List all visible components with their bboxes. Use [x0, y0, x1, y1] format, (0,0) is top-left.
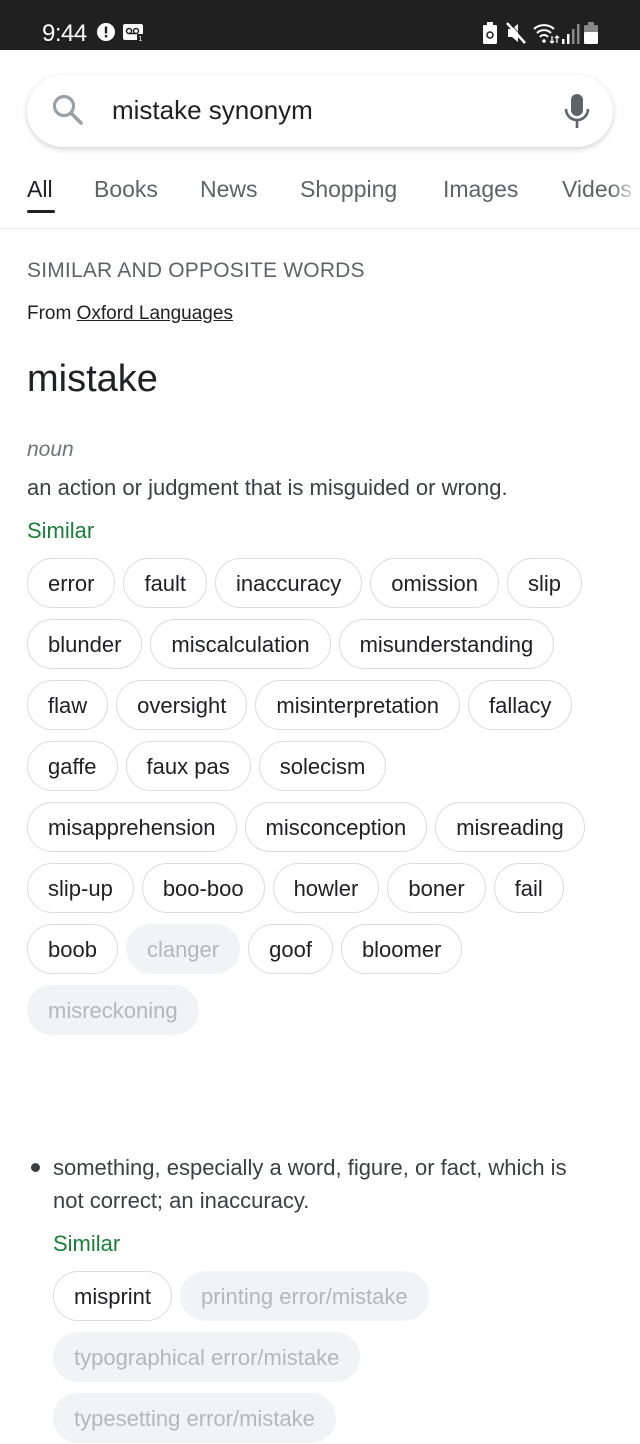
- synonym-chip-typesetting-error-mistake: typesetting error/mistake: [53, 1393, 336, 1443]
- svg-text:1: 1: [139, 36, 143, 42]
- synonym-chip-misprint[interactable]: misprint: [53, 1271, 173, 1321]
- synonym-chip-bloomer[interactable]: bloomer: [340, 924, 463, 974]
- search-input[interactable]: mistake synonym: [112, 95, 313, 126]
- mute-icon: [506, 21, 527, 49]
- tab-books[interactable]: Books: [94, 176, 158, 203]
- synonym-chip-error[interactable]: error: [27, 558, 116, 608]
- synonym-chip-howler[interactable]: howler: [272, 863, 380, 913]
- battery-saver-icon: [483, 22, 497, 49]
- synonym-chip-misreading[interactable]: misreading: [435, 802, 585, 852]
- synonym-chip-boob[interactable]: boob: [27, 924, 118, 974]
- source-attribution: From Oxford Languages: [27, 303, 233, 325]
- synonym-chip-blunder[interactable]: blunder: [27, 619, 143, 669]
- source-prefix: From: [27, 303, 72, 324]
- synonym-chip-goof[interactable]: goof: [248, 924, 333, 974]
- tabs-fade: [610, 160, 640, 220]
- synonym-chip-misunderstanding[interactable]: misunderstanding: [338, 619, 555, 669]
- synonym-chip-misconception[interactable]: misconception: [244, 802, 428, 852]
- synonym-chip-fault[interactable]: fault: [123, 558, 208, 608]
- tab-shopping[interactable]: Shopping: [300, 176, 397, 203]
- synonym-chip-misapprehension[interactable]: misapprehension: [27, 802, 237, 852]
- synonym-chip-slip[interactable]: slip: [507, 558, 583, 608]
- synonym-chip-miscalculation[interactable]: miscalculation: [150, 619, 331, 669]
- bullet-point: [31, 1163, 40, 1172]
- oxford-languages-link[interactable]: Oxford Languages: [77, 303, 233, 324]
- search-bar[interactable]: mistake synonym: [27, 75, 613, 147]
- wifi-icon: [532, 22, 560, 49]
- tab-news[interactable]: News: [200, 176, 258, 203]
- status-time: 9:44: [42, 20, 87, 47]
- synonym-chip-boo-boo[interactable]: boo-boo: [141, 863, 265, 913]
- definition-2: something, especially a word, figure, or…: [53, 1155, 567, 1213]
- headword: mistake: [27, 358, 158, 400]
- synonym-chip-boner[interactable]: boner: [387, 863, 486, 913]
- synonym-chip-misinterpretation[interactable]: misinterpretation: [255, 680, 461, 730]
- synonym-chip-misreckoning: misreckoning: [27, 985, 199, 1035]
- mic-icon[interactable]: [563, 92, 591, 135]
- synonym-chip-fail[interactable]: fail: [493, 863, 564, 913]
- similar-label-1: Similar: [27, 518, 95, 543]
- synonym-chip-typographical-error-mistake: typographical error/mistake: [53, 1332, 361, 1382]
- search-tabs: All Books News Shopping Images Videos: [0, 160, 640, 229]
- search-icon[interactable]: [51, 93, 85, 132]
- part-of-speech: noun: [27, 438, 74, 461]
- synonym-chip-solecism[interactable]: solecism: [258, 741, 387, 791]
- synonym-chip-inaccuracy[interactable]: inaccuracy: [215, 558, 363, 608]
- alert-icon: [96, 22, 116, 47]
- similar-label-2: Similar: [53, 1231, 121, 1256]
- section-title: SIMILAR AND OPPOSITE WORDS: [27, 259, 365, 282]
- similar-chips-1: error fault inaccuracy omission slip blunder m…: [27, 558, 587, 1035]
- synonym-chip-fallacy[interactable]: fallacy: [468, 680, 573, 730]
- active-tab-indicator: [27, 210, 55, 213]
- synonym-chip-faux-pas[interactable]: faux pas: [125, 741, 251, 791]
- voicemail-icon: 1: [123, 22, 145, 47]
- tab-all[interactable]: All: [27, 176, 53, 203]
- synonym-chip-omission[interactable]: omission: [370, 558, 500, 608]
- status-bar: 9:44 1: [0, 0, 640, 50]
- signal-icon: [562, 22, 580, 49]
- synonym-chip-slip-up[interactable]: slip-up: [27, 863, 134, 913]
- tab-images[interactable]: Images: [443, 176, 518, 203]
- synonym-chip-flaw[interactable]: flaw: [27, 680, 109, 730]
- synonym-chip-gaffe[interactable]: gaffe: [27, 741, 118, 791]
- battery-icon: [584, 22, 598, 49]
- similar-chips-2: misprint printing error/mistake typographi…: [53, 1271, 593, 1443]
- synonym-chip-printing-error-mistake: printing error/mistake: [180, 1271, 429, 1321]
- synonym-chip-clanger: clanger: [125, 924, 241, 974]
- synonym-chip-oversight[interactable]: oversight: [116, 680, 248, 730]
- definition-1: an action or judgment that is misguided …: [27, 475, 508, 500]
